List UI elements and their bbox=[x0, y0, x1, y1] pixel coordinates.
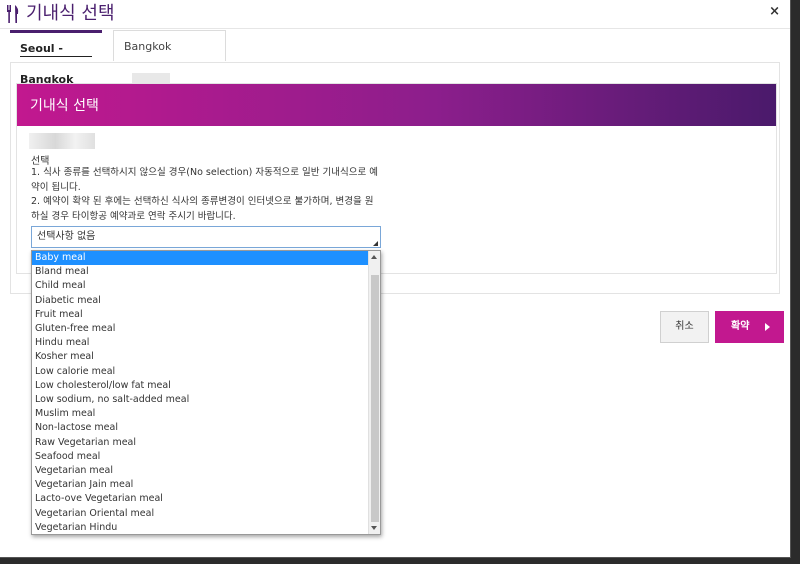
arrow-right-icon bbox=[765, 323, 770, 331]
meal-notice: 1. 식사 종류를 선택하시지 않으실 경우(No selection) 자동적… bbox=[31, 166, 381, 224]
tab-label: Bangkok bbox=[124, 40, 172, 53]
meal-section: 기내식 선택 선택 1. 식사 종류를 선택하시지 않으실 경우(No sele… bbox=[16, 83, 777, 274]
close-icon[interactable]: × bbox=[769, 4, 780, 20]
meal-option[interactable]: Muslim meal bbox=[32, 407, 370, 421]
meal-option[interactable]: Child meal bbox=[32, 279, 370, 293]
scrollbar[interactable] bbox=[368, 251, 380, 534]
scroll-down-icon[interactable] bbox=[371, 526, 377, 530]
meal-option[interactable]: Baby meal bbox=[32, 251, 370, 266]
meal-option[interactable]: Seafood meal bbox=[32, 450, 370, 464]
meal-option[interactable]: Non-lactose meal bbox=[32, 421, 370, 435]
meal-select[interactable]: 선택사항 없음 bbox=[31, 226, 381, 248]
scrollbar-thumb[interactable] bbox=[371, 275, 379, 522]
meal-select-value: 선택사항 없음 bbox=[37, 231, 96, 242]
tab-seoul-bangkok[interactable]: Seoul - Bangkok bbox=[10, 30, 102, 86]
notice-item-1: 1. 식사 종류를 선택하시지 않으실 경우(No selection) 자동적… bbox=[31, 167, 379, 193]
confirm-button[interactable]: 확약 bbox=[715, 311, 784, 343]
meal-selection-modal: 기내식 선택 × Seoul - Bangkok Bangkok 기내식 선택 … bbox=[0, 0, 791, 558]
meal-option[interactable]: Low calorie meal bbox=[32, 365, 370, 379]
meal-option[interactable]: Lacto-ove Vegetarian meal bbox=[32, 492, 370, 506]
meal-dropdown-list[interactable]: Baby meal Bland meal Child meal Diabetic me… bbox=[31, 250, 381, 535]
meal-option[interactable]: Kosher meal bbox=[32, 350, 370, 364]
confirm-label: 확약 bbox=[731, 321, 750, 332]
section-banner: 기내식 선택 bbox=[17, 84, 776, 126]
dropdown-corner-icon bbox=[373, 241, 378, 246]
scroll-up-icon[interactable] bbox=[371, 255, 377, 259]
meal-option[interactable]: Gluten-free meal bbox=[32, 322, 370, 336]
modal-title: 기내식 선택 bbox=[26, 3, 115, 24]
meal-option[interactable]: Low cholesterol/low fat meal bbox=[32, 379, 370, 393]
fork-knife-icon bbox=[7, 5, 19, 23]
meal-option[interactable]: Vegetarian Jain meal bbox=[32, 478, 370, 492]
modal-header: 기내식 선택 × bbox=[0, 0, 790, 29]
meal-option[interactable]: Vegetarian Hindu bbox=[32, 521, 370, 534]
notice-item-2: 2. 예약이 확약 된 후에는 선택하신 식사의 종류변경이 인터넷으로 불가하… bbox=[31, 196, 374, 222]
meal-option[interactable]: Bland meal bbox=[32, 265, 370, 279]
cancel-button[interactable]: 취소 bbox=[660, 311, 709, 343]
meal-option[interactable]: Vegetarian meal bbox=[32, 464, 370, 478]
meal-option[interactable]: Diabetic meal bbox=[32, 294, 370, 308]
select-label: 선택 bbox=[31, 156, 50, 167]
meal-option[interactable]: Low sodium, no salt-added meal bbox=[32, 393, 370, 407]
meal-option[interactable]: Vegetarian Oriental meal bbox=[32, 507, 370, 521]
passenger-name-redacted bbox=[29, 133, 95, 149]
flight-tabs: Seoul - Bangkok Bangkok bbox=[10, 28, 780, 86]
meal-option[interactable]: Hindu meal bbox=[32, 336, 370, 350]
section-title: 기내식 선택 bbox=[30, 98, 99, 114]
meal-option[interactable]: Fruit meal bbox=[32, 308, 370, 322]
tab-bangkok[interactable]: Bangkok bbox=[113, 30, 226, 83]
meal-option[interactable]: Raw Vegetarian meal bbox=[32, 436, 370, 450]
